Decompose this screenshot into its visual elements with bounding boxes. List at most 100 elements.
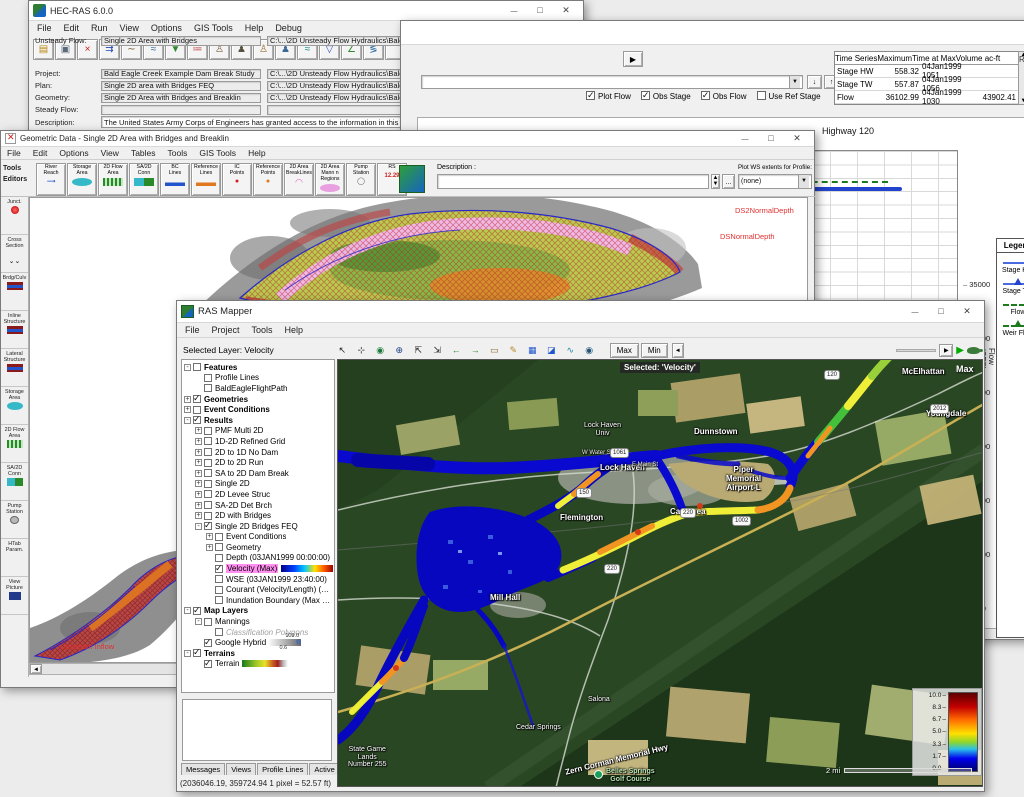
menu-item[interactable]: File — [7, 148, 21, 158]
expand-toggle-icon[interactable]: + — [184, 396, 191, 403]
layer-label[interactable]: 2D Levee Struc — [215, 490, 270, 499]
layer-label[interactable]: Features — [204, 363, 237, 372]
measure-icon[interactable]: ▭ — [486, 343, 503, 358]
geometry-editor-button[interactable]: Inline Structure — [1, 311, 28, 349]
field-name-value[interactable]: Single 2D Area with Bridges and Breaklin — [101, 93, 261, 103]
layer-label[interactable]: 2D with Bridges — [215, 511, 271, 520]
geometry-editor-button[interactable]: Storage Area — [1, 387, 28, 425]
layer-checkbox[interactable] — [204, 639, 212, 647]
layer-checkbox[interactable] — [204, 448, 212, 456]
geometry-tool-button[interactable]: Reference Points — [253, 163, 283, 196]
maximize-icon[interactable] — [527, 5, 553, 16]
geometry-editor-button[interactable]: 2D Flow Area — [1, 425, 28, 463]
column-header[interactable]: Maximum — [877, 54, 912, 63]
layer-label[interactable]: BaldEagleFlightPath — [215, 384, 288, 393]
zoom-extents-icon[interactable]: ⇲ — [429, 343, 446, 358]
expand-toggle-icon[interactable] — [206, 597, 213, 604]
column-header[interactable]: Time Series — [835, 54, 877, 63]
expand-toggle-icon[interactable]: - — [195, 618, 202, 625]
expand-toggle-icon[interactable] — [195, 385, 202, 392]
plot-option-checkbox[interactable]: Obs Stage — [641, 91, 691, 101]
zoom-in-icon[interactable]: ⊕ — [391, 343, 408, 358]
field-name-value[interactable]: Single 2D area with Bridges FEQ — [101, 81, 261, 91]
close-icon[interactable] — [784, 133, 810, 144]
close-icon[interactable] — [954, 306, 980, 317]
layer-checkbox[interactable] — [215, 565, 223, 573]
expand-toggle-icon[interactable]: + — [195, 438, 202, 445]
select-region-icon[interactable]: ◪ — [543, 343, 560, 358]
geo-description-spinner[interactable]: ▲▼ — [711, 174, 720, 189]
expand-toggle-icon[interactable]: - — [184, 364, 191, 371]
minimize-icon[interactable] — [501, 5, 527, 16]
expand-toggle-icon[interactable]: + — [206, 533, 213, 540]
checkbox-icon[interactable] — [586, 91, 595, 100]
expand-toggle-icon[interactable] — [206, 576, 213, 583]
geometry-editor-button[interactable]: Cross Section — [1, 235, 28, 273]
tree-item[interactable]: Profile Lines — [195, 373, 334, 384]
tree-item[interactable]: + 2D with Bridges — [195, 510, 334, 521]
minimize-icon[interactable] — [1017, 27, 1024, 38]
geometry-editor-button[interactable]: Junct. — [1, 197, 28, 235]
tree-item[interactable]: - Results — [184, 415, 334, 426]
expand-toggle-icon[interactable]: + — [195, 459, 202, 466]
scroll-left-icon[interactable]: ◄ — [30, 664, 42, 674]
tree-item[interactable]: Velocity (Max) — [206, 563, 334, 574]
geometry-tool-button[interactable]: River Reach — [36, 163, 66, 196]
chevron-down-icon[interactable]: ▼ — [798, 175, 809, 188]
layer-label[interactable]: Map Layers — [204, 606, 248, 615]
minimize-icon[interactable] — [732, 133, 758, 144]
menu-item[interactable]: Tools — [168, 148, 188, 158]
layer-label[interactable]: Results — [204, 416, 233, 425]
tree-item[interactable]: + SA to 2D Dam Break — [195, 468, 334, 479]
plot-ws-profile-select[interactable]: (none) ▼ — [738, 174, 812, 189]
expand-toggle-icon[interactable] — [195, 374, 202, 381]
pointer-icon[interactable]: ↖ — [334, 343, 351, 358]
pan-hand-icon[interactable]: ⊹ — [353, 343, 370, 358]
tree-item[interactable]: Terrain — [195, 659, 334, 670]
geometry-tool-button[interactable]: 2D Area BreakLines — [284, 163, 314, 196]
expand-toggle-icon[interactable]: + — [195, 449, 202, 456]
layer-label[interactable]: Profile Lines — [215, 373, 259, 382]
geometry-tool-button[interactable]: 2D Flow Area — [98, 163, 128, 196]
expand-toggle-icon[interactable]: - — [184, 650, 191, 657]
geo-description-more-button[interactable]: ... — [722, 174, 735, 189]
layer-label[interactable]: Geometry — [226, 543, 261, 552]
geometry-tool-button[interactable]: Reference Lines — [191, 163, 221, 196]
layer-checkbox[interactable] — [215, 596, 223, 604]
expand-toggle-icon[interactable]: + — [195, 480, 202, 487]
panel-tab[interactable]: Views — [226, 763, 256, 775]
layer-checkbox[interactable] — [204, 660, 212, 668]
menu-item[interactable]: GIS Tools — [194, 23, 233, 33]
layer-label[interactable]: Inundation Boundary (Max Value_ — [226, 596, 331, 605]
tree-item[interactable]: + PMF Multi 2D — [195, 426, 334, 437]
tree-item[interactable]: + Geometries — [184, 394, 334, 405]
menu-item[interactable]: Options — [151, 23, 182, 33]
geometry-tool-button[interactable]: BC Lines — [160, 163, 190, 196]
node-selector-combobox[interactable]: ▼ — [421, 75, 803, 89]
layer-checkbox[interactable] — [204, 618, 212, 626]
layer-label[interactable]: Single 2D Bridges FEQ — [215, 522, 298, 531]
menu-item[interactable]: Project — [212, 325, 240, 335]
layer-label[interactable]: Geometries — [204, 395, 248, 404]
menu-item[interactable]: GIS Tools — [199, 148, 236, 158]
layer-checkbox[interactable] — [204, 459, 212, 467]
back-icon[interactable]: ← — [448, 343, 465, 358]
chevron-down-icon[interactable]: ▼ — [789, 76, 800, 88]
layer-label[interactable]: Google Hybrid — [215, 638, 266, 647]
expand-toggle-icon[interactable] — [206, 565, 213, 572]
expand-toggle-icon[interactable]: + — [195, 502, 202, 509]
hecras-titlebar[interactable]: HEC-RAS 6.0.0 — [29, 1, 583, 21]
layer-label[interactable]: Event Conditions — [204, 405, 270, 414]
expand-toggle-icon[interactable] — [195, 639, 202, 646]
expand-toggle-icon[interactable] — [195, 660, 202, 667]
tree-item[interactable]: + Event Conditions — [206, 532, 334, 543]
zoom-window-icon[interactable]: ⇱ — [410, 343, 427, 358]
geometry-editor-button[interactable]: View Picture — [1, 577, 28, 615]
close-icon[interactable] — [553, 5, 579, 16]
geometry-editor-button[interactable]: Lateral Structure — [1, 349, 28, 387]
menu-item[interactable]: View — [101, 148, 119, 158]
geometry-editor-button[interactable]: HTab Param. — [1, 539, 28, 577]
menu-item[interactable]: File — [37, 23, 52, 33]
mesh-icon[interactable]: ▦ — [524, 343, 541, 358]
expand-toggle-icon[interactable]: + — [195, 427, 202, 434]
